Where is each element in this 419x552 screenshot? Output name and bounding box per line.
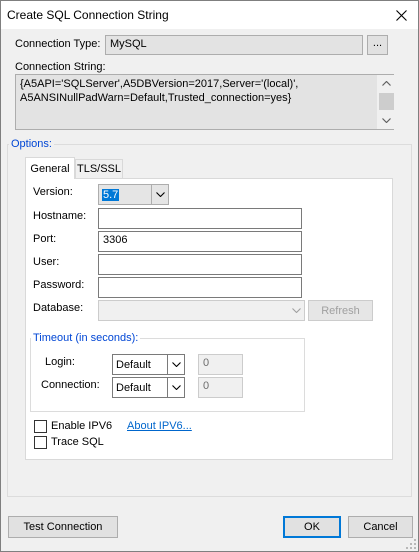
timeout-group — [30, 338, 305, 412]
connection-timeout-value[interactable]: 0 — [198, 377, 243, 398]
resize-grip-icon[interactable] — [406, 539, 416, 549]
tab-tls-ssl[interactable]: TLS/SSL — [75, 159, 123, 178]
ok-button[interactable]: OK — [283, 516, 341, 538]
close-icon[interactable] — [384, 1, 418, 29]
connection-string-scrollbar[interactable] — [377, 75, 394, 129]
chevron-down-icon — [167, 355, 184, 374]
title-bar: Create SQL Connection String — [1, 1, 418, 29]
connection-string-field[interactable]: {A5API='SQLServer',A5DBVersion=2017,Serv… — [15, 74, 394, 130]
scroll-up-icon[interactable] — [378, 75, 395, 92]
password-input[interactable] — [98, 277, 302, 298]
login-timeout-value[interactable]: 0 — [198, 354, 243, 375]
about-ipv6-link[interactable]: About IPV6... — [127, 420, 192, 432]
login-timeout-select[interactable]: Default — [112, 354, 185, 375]
scroll-down-icon[interactable] — [378, 112, 395, 129]
version-label: Version: — [33, 186, 73, 198]
port-input[interactable]: 3306 — [98, 231, 302, 252]
chevron-down-icon — [287, 301, 304, 320]
hostname-input[interactable] — [98, 208, 302, 229]
chevron-down-icon — [151, 185, 168, 204]
version-select[interactable]: 5.7 — [98, 184, 169, 205]
ok-label: OK — [304, 521, 320, 533]
refresh-button[interactable]: Refresh — [308, 300, 373, 321]
port-label: Port: — [33, 233, 57, 245]
test-connection-label: Test Connection — [23, 521, 103, 533]
connection-timeout-label: Connection: — [41, 379, 100, 391]
dialog-window: Create SQL Connection String Connection … — [0, 0, 419, 552]
user-input[interactable] — [98, 254, 302, 275]
connection-string-line-2: A5ANSINullPadWarn=Default,Trusted_connec… — [20, 92, 292, 104]
version-value: 5.7 — [102, 188, 120, 201]
enable-ipv6-label[interactable]: Enable IPV6 — [51, 420, 112, 432]
tab-general[interactable]: General — [25, 157, 75, 179]
cancel-button[interactable]: Cancel — [348, 516, 413, 538]
password-label: Password: — [33, 279, 85, 291]
timeout-group-title: Timeout (in seconds): — [31, 332, 141, 344]
cancel-label: Cancel — [363, 521, 398, 533]
login-timeout-label: Login: — [45, 356, 75, 368]
connection-string-line-1: {A5API='SQLServer',A5DBVersion=2017,Serv… — [20, 78, 299, 90]
login-timeout-mode: Default — [116, 358, 151, 371]
scroll-thumb[interactable] — [379, 93, 394, 110]
browse-label: ... — [372, 37, 383, 49]
tab-general-label: General — [30, 162, 70, 175]
dialog-title: Create SQL Connection String — [7, 8, 169, 22]
tab-tls-ssl-label: TLS/SSL — [76, 163, 122, 175]
connection-timeout-mode: Default — [116, 381, 151, 394]
database-label: Database: — [33, 302, 84, 314]
connection-type-label: Connection Type: — [15, 38, 101, 50]
database-select[interactable] — [98, 300, 305, 321]
enable-ipv6-checkbox[interactable] — [34, 420, 47, 433]
test-connection-button[interactable]: Test Connection — [8, 516, 118, 538]
chevron-down-icon — [167, 378, 184, 397]
trace-sql-checkbox[interactable] — [34, 436, 47, 449]
refresh-label: Refresh — [321, 304, 360, 317]
connection-string-label: Connection String: — [15, 61, 106, 73]
trace-sql-label[interactable]: Trace SQL — [51, 436, 104, 448]
hostname-label: Hostname: — [33, 210, 87, 222]
connection-timeout-select[interactable]: Default — [112, 377, 185, 398]
user-label: User: — [33, 256, 60, 268]
connection-type-field: MySQL — [105, 35, 363, 55]
options-group-title: Options: — [9, 138, 54, 150]
browse-connection-type-button[interactable]: ... — [367, 35, 388, 55]
